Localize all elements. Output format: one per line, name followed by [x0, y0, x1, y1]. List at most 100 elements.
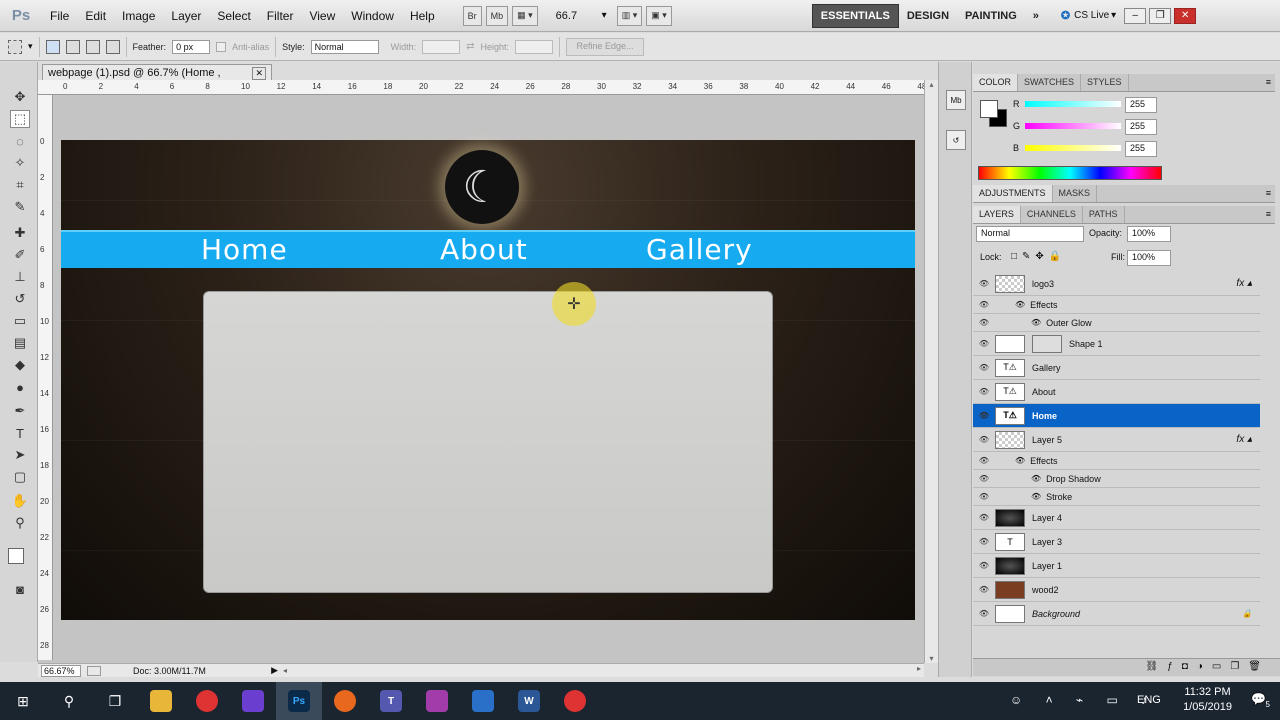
menu-filter[interactable]: Filter [259, 9, 302, 23]
width-input[interactable] [422, 39, 461, 54]
tab-masks[interactable]: MASKS [1053, 185, 1098, 202]
layer-actions-icon[interactable]: ⛓ƒ◘◑▭❐🗑 [1146, 661, 1270, 672]
bridge-button[interactable]: Br [462, 5, 482, 26]
opacity-input[interactable]: 100% [1127, 226, 1171, 242]
green-value-input[interactable]: 255 [1125, 119, 1157, 135]
visibility-eye-icon[interactable]: 👁 [973, 411, 995, 420]
layer-effect-row[interactable]: 👁 👁 Effects [973, 452, 1260, 470]
word-icon[interactable]: W [506, 682, 552, 720]
photoshop-taskbar-icon[interactable]: Ps [276, 682, 322, 720]
vertical-scrollbar[interactable]: ▴ ▾ [924, 80, 938, 663]
blur-tool-icon[interactable]: ◆ [10, 356, 30, 374]
minibridge-button[interactable]: Mb [485, 5, 509, 26]
panel-menu-icon[interactable]: ≡ [1262, 185, 1275, 202]
path-select-icon[interactable]: ➤ [10, 446, 30, 464]
close-button[interactable]: ✕ [1174, 7, 1197, 24]
tab-adjustments[interactable]: ADJUSTMENTS [973, 185, 1053, 202]
tab-styles[interactable]: STYLES [1081, 74, 1129, 91]
layer-effect-row[interactable]: 👁 👁 Stroke [973, 488, 1260, 506]
layer-effect-row[interactable]: 👁 👁 Effects [973, 296, 1260, 314]
visibility-eye-icon[interactable]: 👁 [973, 513, 995, 522]
chevron-down-icon[interactable]: ▾ [28, 41, 33, 52]
workspace-design[interactable]: DESIGN [899, 5, 957, 27]
lock-icon[interactable]: □✎✥🔒 [1011, 251, 1066, 262]
zoom-tool-icon[interactable]: ⚲ [10, 514, 30, 532]
visibility-eye-icon[interactable]: 👁 [973, 561, 995, 570]
layer-effect-row[interactable]: 👁 👁 Outer Glow [973, 314, 1260, 332]
visibility-eye-icon[interactable]: 👁 [973, 339, 995, 348]
menu-image[interactable]: Image [114, 9, 163, 23]
tray-icons[interactable]: ☺ ˄ ⌁ ▭ ♪ [1010, 693, 1157, 707]
tool-preset-icon[interactable] [8, 39, 22, 54]
red-slider[interactable] [1025, 101, 1121, 107]
zoom-level[interactable]: 66.7 [556, 10, 602, 22]
status-icon[interactable] [87, 665, 101, 676]
visibility-eye-icon[interactable]: 👁 [973, 456, 995, 465]
minibridge-panel-icon[interactable]: Mb [946, 90, 966, 110]
menu-window[interactable]: Window [343, 9, 402, 23]
blend-mode-select[interactable]: Normal [976, 226, 1084, 242]
swap-icon[interactable]: ⇄ [466, 41, 474, 52]
style-select[interactable]: Normal [310, 39, 379, 54]
windows-start-icon[interactable]: ⊞ [0, 682, 46, 720]
layer-row[interactable]: 👁 Layer 1 [973, 554, 1260, 578]
fill-input[interactable]: 100% [1127, 250, 1171, 266]
feather-input[interactable]: 0 px [172, 39, 211, 54]
layer-row[interactable]: 👁 T⚠ About [973, 380, 1260, 404]
color-spectrum[interactable] [978, 166, 1162, 180]
layer-row[interactable]: 👁 logo3 fx ▴ [973, 272, 1260, 296]
add-selection-icon[interactable] [65, 39, 80, 54]
close-tab-icon[interactable]: ✕ [252, 67, 266, 80]
history-panel-icon[interactable]: ↺ [946, 130, 966, 150]
workspace-painting[interactable]: PAINTING [957, 5, 1025, 27]
clone-stamp-icon[interactable]: ⊥ [10, 268, 30, 286]
effect-visibility-icon[interactable]: 👁 [1031, 474, 1041, 483]
visual-studio-icon[interactable] [230, 682, 276, 720]
language-indicator[interactable]: ENG [1137, 694, 1161, 706]
effect-visibility-icon[interactable]: 👁 [1015, 300, 1025, 309]
layer-row[interactable]: 👁 T⚠ Home [973, 404, 1260, 428]
arrange-documents-icon[interactable]: ▥ ▾ [616, 5, 643, 26]
menu-view[interactable]: View [301, 9, 343, 23]
antialias-checkbox[interactable] [216, 41, 227, 52]
red-value-input[interactable]: 255 [1125, 97, 1157, 113]
marquee-tool-icon[interactable]: ⬚ [10, 110, 30, 128]
app-icon[interactable] [414, 682, 460, 720]
tab-swatches[interactable]: SWATCHES [1018, 74, 1082, 91]
dodge-tool-icon[interactable]: ● [10, 378, 30, 396]
layer-row[interactable]: 👁 T Layer 3 [973, 530, 1260, 554]
visibility-eye-icon[interactable]: 👁 [973, 363, 995, 372]
pen-tool-icon[interactable]: ✒ [10, 402, 30, 420]
teams-icon[interactable]: T [368, 682, 414, 720]
layer-row[interactable]: 👁 Background 🔒 [973, 602, 1260, 626]
screen-mode-icon[interactable]: ▣ ▾ [646, 5, 672, 26]
panel-menu-icon[interactable]: ≡ [1262, 206, 1275, 223]
lasso-tool-icon[interactable]: ◌ [10, 132, 30, 150]
horizontal-scrollbar[interactable]: ◂ ▸ [280, 663, 924, 677]
clock[interactable]: 11:32 PM 1/05/2019 [1183, 685, 1232, 715]
restore-button[interactable]: ❐ [1149, 7, 1172, 24]
intersect-selection-icon[interactable] [105, 39, 120, 54]
effects-icon[interactable]: fx ▴ [1236, 278, 1252, 289]
visibility-eye-icon[interactable]: 👁 [973, 435, 995, 444]
chevron-down-icon[interactable]: ▾ [602, 10, 607, 21]
quick-mask-icon[interactable]: ◙ [10, 580, 30, 598]
chevron-down-icon[interactable]: ▾ [1111, 10, 1116, 21]
gradient-tool-icon[interactable]: ▤ [10, 334, 30, 352]
layer-row[interactable]: 👁 wood2 [973, 578, 1260, 602]
visibility-eye-icon[interactable]: 👁 [973, 585, 995, 594]
tab-color[interactable]: COLOR [973, 74, 1019, 91]
effects-icon[interactable]: fx ▴ [1236, 434, 1252, 445]
notifications-icon[interactable]: 💬 [1251, 692, 1266, 706]
tab-channels[interactable]: CHANNELS [1021, 206, 1083, 223]
visibility-eye-icon[interactable]: 👁 [973, 387, 995, 396]
view-extras-icon[interactable]: ▦ ▾ [512, 5, 538, 26]
menu-edit[interactable]: Edit [77, 9, 114, 23]
height-input[interactable] [515, 39, 554, 54]
visibility-eye-icon[interactable]: 👁 [973, 609, 995, 618]
menu-file[interactable]: File [42, 9, 77, 23]
eyedropper-tool-icon[interactable]: ✎ [10, 198, 30, 216]
shape-tool-icon[interactable]: ▢ [10, 468, 30, 486]
type-tool-icon[interactable]: T [10, 424, 30, 442]
healing-brush-icon[interactable]: ✚ [10, 224, 30, 242]
